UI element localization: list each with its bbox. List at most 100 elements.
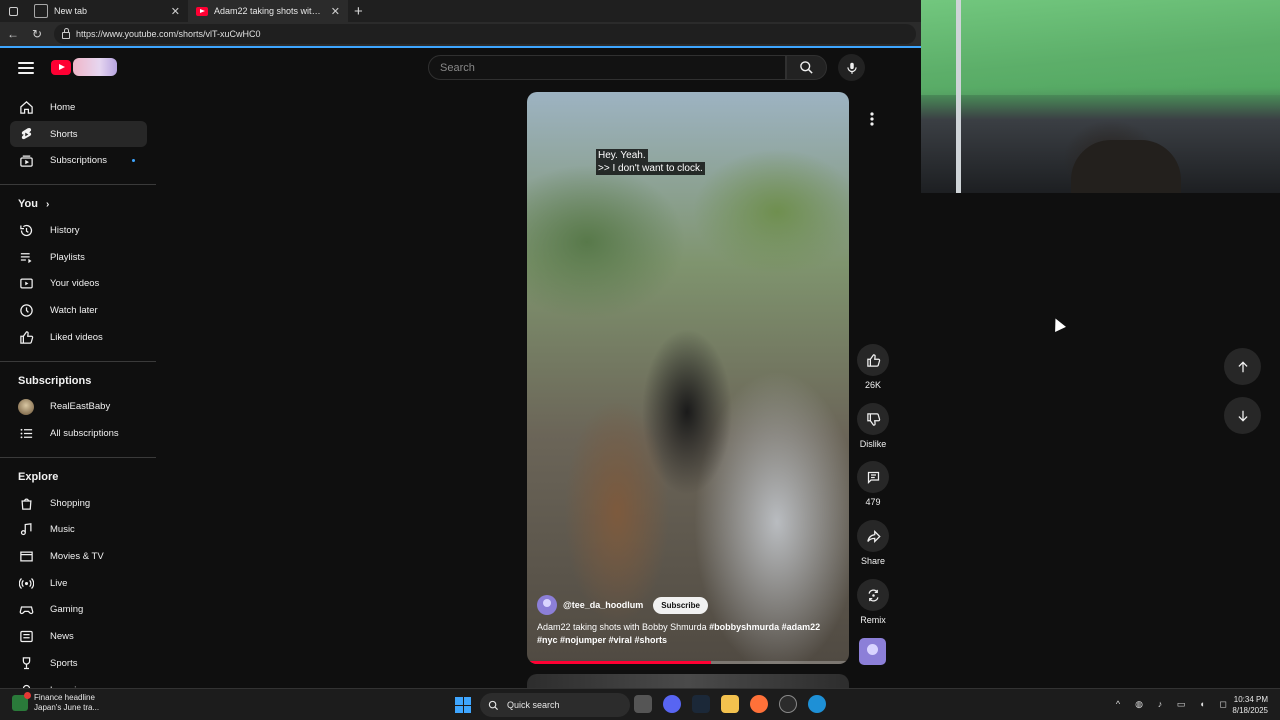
dislike-label: Dislike <box>859 439 887 449</box>
sidebar-item-label: Shorts <box>50 128 78 140</box>
sidebar-item-live[interactable]: Live <box>0 570 146 597</box>
windows-taskbar: Finance headline Japan's June tra... Qui… <box>0 688 1280 720</box>
video-hashtags[interactable]: #nyc #nojumper #viral #shorts <box>537 635 667 645</box>
back-arrow-icon[interactable]: ← <box>6 27 20 41</box>
sidebar-item-label: Home <box>50 101 76 113</box>
new-tab-button[interactable]: + <box>348 3 369 20</box>
windows-start-icon[interactable] <box>455 697 471 713</box>
news-widget-icon <box>12 692 31 711</box>
voice-search-button[interactable] <box>838 54 865 81</box>
sidebar-item-watch-later[interactable]: Watch later <box>0 297 146 324</box>
youtube-logo[interactable] <box>51 58 117 76</box>
discord-icon[interactable] <box>663 695 681 713</box>
refresh-icon[interactable]: ↻ <box>30 27 44 41</box>
you-heading-label: You <box>18 198 38 211</box>
sound-thumbnail[interactable] <box>859 638 886 665</box>
next-short-button[interactable] <box>1224 397 1261 434</box>
url-field[interactable]: https://www.youtube.com/shorts/vlT-xuCwH… <box>54 24 916 44</box>
caption-line: >> I don't want to clock. <box>596 162 705 175</box>
sidebar-item-news[interactable]: News <box>0 623 146 650</box>
microphone-icon[interactable]: ♪ <box>1154 698 1166 710</box>
edge-icon[interactable] <box>808 695 826 713</box>
close-tab-icon[interactable]: ✕ <box>171 5 180 18</box>
comments-button[interactable] <box>857 461 889 493</box>
taskbar-search[interactable]: Quick search <box>480 693 630 717</box>
close-tab-icon[interactable]: ✕ <box>331 5 340 18</box>
news-icon <box>18 629 34 645</box>
channel-name[interactable]: @tee_da_hoodlum <box>563 600 643 610</box>
like-button[interactable] <box>857 344 889 376</box>
dislike-button[interactable] <box>857 403 889 435</box>
channel-avatar[interactable] <box>537 595 557 615</box>
more-options-button[interactable] <box>856 103 888 135</box>
microphone-icon <box>846 62 857 74</box>
sidebar-item-subscriptions[interactable]: Subscriptions <box>0 147 146 174</box>
sidebar-item-music[interactable]: Music <box>0 517 146 544</box>
tab-youtube-short[interactable]: Adam22 taking shots with Bobby ✕ <box>188 0 348 22</box>
video-title-text: Adam22 taking shots with Bobby Shmurda <box>537 622 710 632</box>
youtube-doodle-icon <box>73 58 117 76</box>
chevron-up-icon[interactable]: ^ <box>1112 698 1124 710</box>
sidebar-item-channel-realeastbaby[interactable]: RealEastBaby <box>0 394 146 421</box>
channel-row: @tee_da_hoodlum Subscribe <box>537 595 708 615</box>
sidebar-item-history[interactable]: History <box>0 217 146 244</box>
steam-icon[interactable] <box>692 695 710 713</box>
video-title[interactable]: Adam22 taking shots with Bobby Shmurda #… <box>537 621 837 647</box>
sidebar-item-playlists[interactable]: Playlists <box>0 244 146 271</box>
sidebar-item-label: Music <box>50 524 75 536</box>
comments-action: 479 <box>856 461 890 507</box>
sidebar-item-sports[interactable]: Sports <box>0 650 146 677</box>
search-input[interactable]: Search <box>428 55 786 80</box>
sidebar-item-shorts[interactable]: Shorts <box>10 120 147 148</box>
file-explorer-icon[interactable] <box>721 695 739 713</box>
firefox-icon[interactable] <box>750 695 768 713</box>
video-hashtags[interactable]: #bobbyshmurda #adam22 <box>709 622 820 632</box>
tab-new-tab[interactable]: New tab ✕ <box>26 0 188 22</box>
sidebar-item-liked-videos[interactable]: Liked videos <box>0 324 146 351</box>
next-short-preview[interactable] <box>527 674 849 688</box>
taskbar-clock[interactable]: 10:34 PM 8/18/2025 <box>1226 694 1268 716</box>
sidebar-you-heading[interactable]: You › <box>0 191 156 217</box>
sidebar-item-label: Live <box>50 577 68 589</box>
menu-icon[interactable] <box>18 62 34 74</box>
remix-button[interactable] <box>857 579 889 611</box>
taskbar-search-label: Quick search <box>507 700 560 710</box>
search-button[interactable] <box>786 55 827 80</box>
sidebar-item-home[interactable]: Home <box>0 94 146 121</box>
shorts-video-player[interactable]: Hey. Yeah. >> I don't want to clock. @te… <box>527 92 849 664</box>
home-icon <box>18 99 34 115</box>
news-widget[interactable]: Finance headline Japan's June tra... <box>12 692 99 713</box>
explore-heading-label: Explore <box>18 470 59 483</box>
previous-short-button[interactable] <box>1224 348 1261 385</box>
obs-icon[interactable] <box>779 695 797 713</box>
subscribe-button[interactable]: Subscribe <box>653 596 708 614</box>
sports-icon <box>18 655 34 671</box>
news-headline: Finance headline <box>34 693 95 702</box>
volume-icon[interactable]: ◖ <box>1196 698 1208 710</box>
task-view-icon[interactable] <box>634 695 652 713</box>
sidebar-item-label: Shopping <box>50 497 91 509</box>
more-vertical-icon <box>870 112 874 126</box>
search-placeholder: Search <box>440 61 475 74</box>
screen: New tab ✕ Adam22 taking shots with Bobby… <box>0 0 1280 720</box>
sidebar-item-label: Playlists <box>50 251 85 263</box>
shorts-icon <box>18 126 34 142</box>
clock-date: 8/18/2025 <box>1232 706 1268 715</box>
comment-icon <box>867 471 879 484</box>
sidebar-item-shopping[interactable]: Shopping <box>0 490 146 517</box>
sidebar-explore-heading: Explore <box>0 464 156 490</box>
sidebar-item-label: Your videos <box>50 278 100 290</box>
display-icon[interactable]: ▭ <box>1175 698 1187 710</box>
channel-avatar <box>18 398 34 415</box>
sidebar-item-gaming[interactable]: Gaming <box>0 597 146 624</box>
tab-actions-button[interactable] <box>0 0 26 22</box>
video-progress-bar[interactable] <box>527 661 849 664</box>
list-icon <box>18 426 34 442</box>
sidebar-item-your-videos[interactable]: Your videos <box>0 270 146 297</box>
sidebar-item-movies-tv[interactable]: Movies & TV <box>0 543 146 570</box>
share-action: Share <box>856 520 890 566</box>
share-button[interactable] <box>857 520 889 552</box>
share-icon <box>866 529 881 543</box>
network-icon[interactable]: ◍ <box>1133 698 1145 710</box>
sidebar-item-all-subscriptions[interactable]: All subscriptions <box>0 420 146 447</box>
